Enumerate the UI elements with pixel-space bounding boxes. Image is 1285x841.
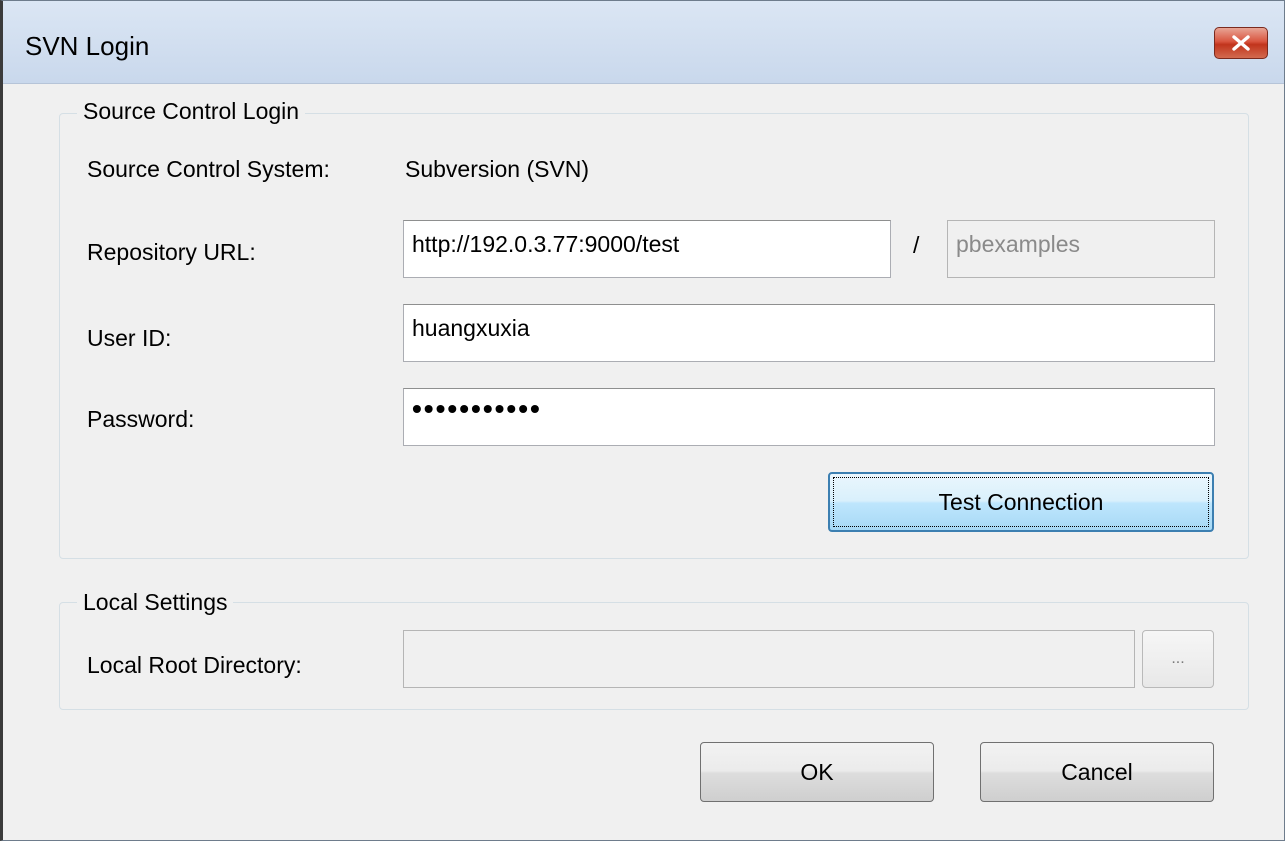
close-button[interactable]: [1214, 27, 1268, 59]
ok-button[interactable]: OK: [700, 742, 934, 802]
user-id-field[interactable]: huangxuxia: [403, 304, 1215, 362]
close-icon: [1231, 35, 1251, 51]
user-id-label: User ID:: [87, 325, 172, 351]
browse-button-label: ...: [1171, 650, 1185, 667]
password-field[interactable]: •••••••••••: [403, 388, 1215, 446]
title-bar[interactable]: SVN Login: [3, 1, 1284, 84]
test-connection-label: Test Connection: [938, 488, 1104, 515]
browse-button[interactable]: ...: [1142, 630, 1214, 688]
local-root-directory-label: Local Root Directory:: [87, 652, 302, 678]
repository-url-label: Repository URL:: [87, 239, 256, 265]
local-settings-group-title: Local Settings: [77, 589, 234, 616]
repository-name-field: pbexamples: [947, 220, 1215, 278]
svn-login-dialog: SVN Login Source Control Login Source Co…: [0, 0, 1285, 841]
cancel-button[interactable]: Cancel: [980, 742, 1214, 802]
test-connection-button[interactable]: Test Connection: [828, 472, 1214, 532]
ok-button-label: OK: [800, 758, 834, 785]
password-label: Password:: [87, 406, 195, 432]
source-control-system-value: Subversion (SVN): [405, 156, 590, 182]
window-title: SVN Login: [25, 31, 150, 61]
source-control-system-label: Source Control System:: [87, 156, 330, 182]
local-root-directory-field: [403, 630, 1135, 688]
url-separator: /: [913, 232, 920, 258]
cancel-button-label: Cancel: [1061, 758, 1133, 785]
repository-url-field[interactable]: http://192.0.3.77:9000/test: [403, 220, 891, 278]
source-control-group-title: Source Control Login: [77, 98, 306, 125]
